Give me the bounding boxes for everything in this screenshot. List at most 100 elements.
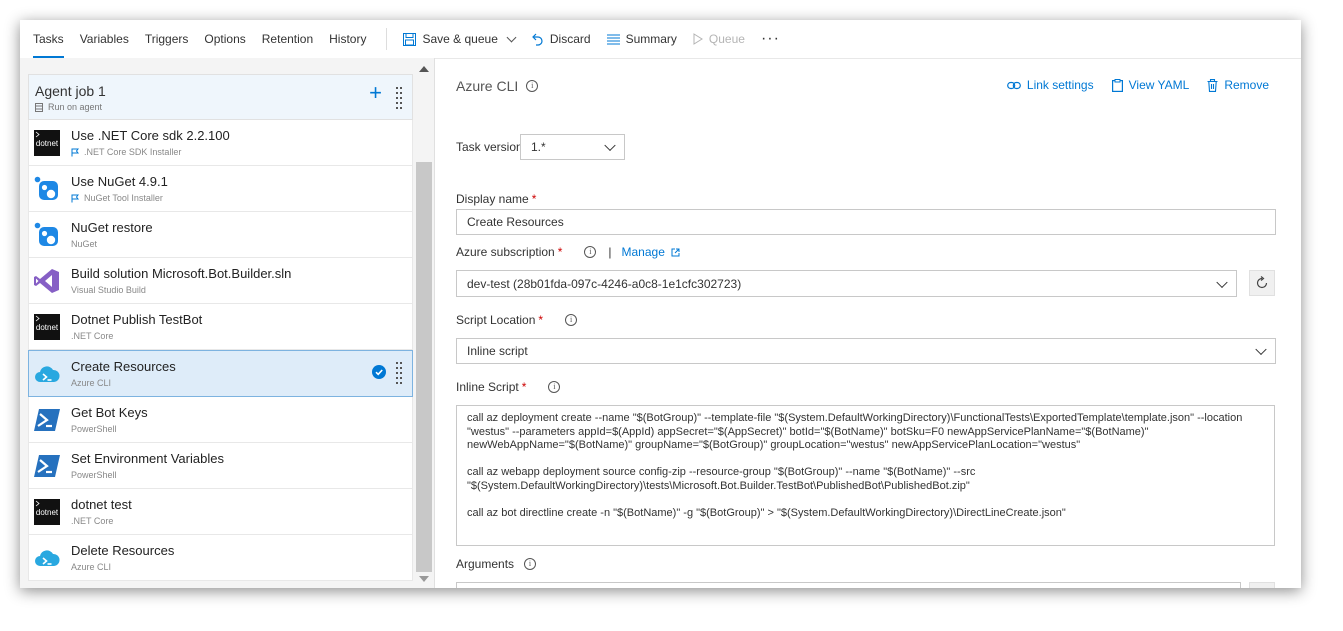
task-row[interactable]: dotnet Use .NET Core sdk 2.2.100 .NET Core… (28, 120, 413, 166)
chevron-down-icon (1216, 276, 1228, 288)
pipeline-editor-window: Tasks Variables Triggers Options Retenti… (20, 20, 1301, 588)
task-type: Visual Studio Build (71, 285, 146, 295)
agent-job-subtitle: Run on agent (48, 102, 103, 112)
task-type-label: .NET Core (71, 516, 114, 526)
task-row[interactable]: Get Bot Keys PowerShell (28, 397, 413, 443)
script-location-value: Inline script (467, 344, 528, 358)
task-type-label: PowerShell (71, 470, 117, 480)
queue-button[interactable]: Queue (685, 20, 753, 58)
toolbar: Tasks Variables Triggers Options Retenti… (20, 20, 1301, 59)
task-version-label: Task version (456, 140, 523, 154)
subscription-label-row: Azure subscription * i | Manage (456, 245, 680, 259)
arguments-label-row: Arguments i (456, 557, 537, 571)
more-options-icon[interactable]: ··· (753, 30, 788, 48)
task-row[interactable]: NuGet restore NuGet (28, 212, 413, 258)
task-row[interactable]: Use NuGet 4.9.1 NuGet Tool Installer (28, 166, 413, 212)
powershell-icon (34, 453, 60, 479)
task-detail-panel: Azure CLI i Link settings View YAML Remo… (456, 58, 1301, 588)
task-name: dotnet test (71, 497, 132, 512)
save-queue-button[interactable]: Save & queue (395, 20, 522, 58)
task-type: .NET Core SDK Installer (71, 147, 181, 157)
drag-handle-icon[interactable] (396, 362, 402, 384)
task-type-label: .NET Core SDK Installer (84, 147, 182, 157)
agent-job-subtitle-row: Run on agent (35, 102, 102, 112)
task-name: NuGet restore (71, 220, 153, 235)
trash-icon (1207, 78, 1218, 92)
task-name: Use .NET Core sdk 2.2.100 (71, 128, 230, 143)
link-settings-label: Link settings (1026, 78, 1094, 92)
chevron-down-icon (604, 139, 616, 152)
refresh-button[interactable] (1249, 270, 1275, 296)
server-icon (35, 102, 43, 112)
clipboard-icon (1111, 78, 1123, 92)
info-icon[interactable]: i (584, 246, 597, 258)
powershell-icon (34, 407, 60, 433)
inline-script-textarea[interactable]: call az deployment create --name "$(BotG… (456, 405, 1275, 546)
drag-handle-icon[interactable] (396, 87, 402, 109)
link-settings-button[interactable]: Link settings (1007, 78, 1094, 92)
summary-button[interactable]: Summary (599, 20, 685, 58)
script-location-select[interactable]: Inline script (456, 338, 1276, 364)
task-name: Dotnet Publish TestBot (71, 312, 203, 327)
agent-job-title: Agent job 1 (35, 83, 106, 99)
task-type: PowerShell (71, 470, 117, 480)
subscription-label: Azure subscription (456, 245, 555, 259)
script-location-label: Script Location (456, 313, 536, 327)
tab-options[interactable]: Options (196, 20, 253, 58)
info-icon[interactable]: i (548, 381, 561, 393)
scroll-up-arrow[interactable] (419, 66, 429, 72)
undo-icon (532, 33, 543, 46)
task-version-select[interactable]: 1.* (520, 134, 625, 160)
arguments-label: Arguments (456, 557, 515, 571)
required-mark: * (531, 192, 537, 206)
task-row[interactable]: Set Environment Variables PowerShell (28, 443, 413, 489)
task-type: .NET Core (71, 516, 113, 526)
task-row[interactable]: dotnet Dotnet Publish TestBot .NET Core (28, 304, 413, 350)
view-yaml-button[interactable]: View YAML (1111, 78, 1190, 92)
view-yaml-label: View YAML (1128, 78, 1190, 92)
list-icon (606, 34, 620, 44)
task-name: Use NuGet 4.9.1 (71, 174, 168, 189)
checkmark-icon[interactable] (372, 365, 386, 379)
agent-job[interactable]: Agent job 1 Run on agent + (28, 74, 413, 120)
tab-history[interactable]: History (321, 20, 374, 58)
save-queue-label: Save & queue (422, 32, 498, 46)
discard-button[interactable]: Discard (523, 20, 599, 58)
manage-label: Manage (621, 245, 665, 259)
task-row[interactable]: Delete Resources Azure CLI (28, 535, 413, 581)
scroll-down-arrow[interactable] (419, 576, 429, 582)
dotnet-icon-text: dotnet (36, 139, 59, 148)
info-icon[interactable]: i (524, 558, 537, 570)
more-options-icon[interactable]: ··· (1249, 582, 1275, 588)
remove-button[interactable]: Remove (1207, 78, 1269, 92)
tab-retention[interactable]: Retention (254, 20, 321, 58)
task-type: NuGet (71, 239, 97, 249)
dotnet-icon: dotnet (34, 314, 60, 340)
task-name: Delete Resources (71, 543, 175, 558)
tab-triggers[interactable]: Triggers (137, 20, 197, 58)
task-row[interactable]: Create Resources Azure CLI (28, 350, 413, 397)
info-icon[interactable]: i (526, 80, 539, 92)
display-name-input[interactable]: Create Resources (456, 209, 1276, 235)
task-type: Azure CLI (71, 562, 111, 572)
manage-link[interactable]: Manage (622, 245, 680, 259)
task-title: Azure CLI (456, 78, 519, 94)
task-row[interactable]: dotnet dotnet test .NET Core (28, 489, 413, 535)
task-type-label: Azure CLI (71, 562, 112, 572)
tab-tasks[interactable]: Tasks (25, 20, 72, 58)
chevron-down-icon (506, 32, 517, 42)
tab-variables[interactable]: Variables (72, 20, 137, 58)
display-name-label: Display name (456, 192, 529, 206)
task-title-row: Azure CLI i (456, 78, 539, 94)
queue-label: Queue (708, 32, 745, 46)
scrollbar-thumb[interactable] (416, 162, 432, 572)
task-row[interactable]: Build solution Microsoft.Bot.Builder.sln… (28, 258, 413, 304)
add-task-button[interactable]: + (369, 82, 382, 104)
remove-label: Remove (1224, 78, 1269, 92)
task-type-label: Azure CLI (71, 378, 112, 388)
subscription-select[interactable]: dev-test (28b01fda-097c-4246-a0c8-1e1cfc… (456, 270, 1237, 297)
info-icon[interactable]: i (565, 314, 578, 326)
arguments-input[interactable] (456, 582, 1241, 588)
task-name: Create Resources (71, 359, 176, 374)
task-type-label: PowerShell (71, 424, 117, 434)
